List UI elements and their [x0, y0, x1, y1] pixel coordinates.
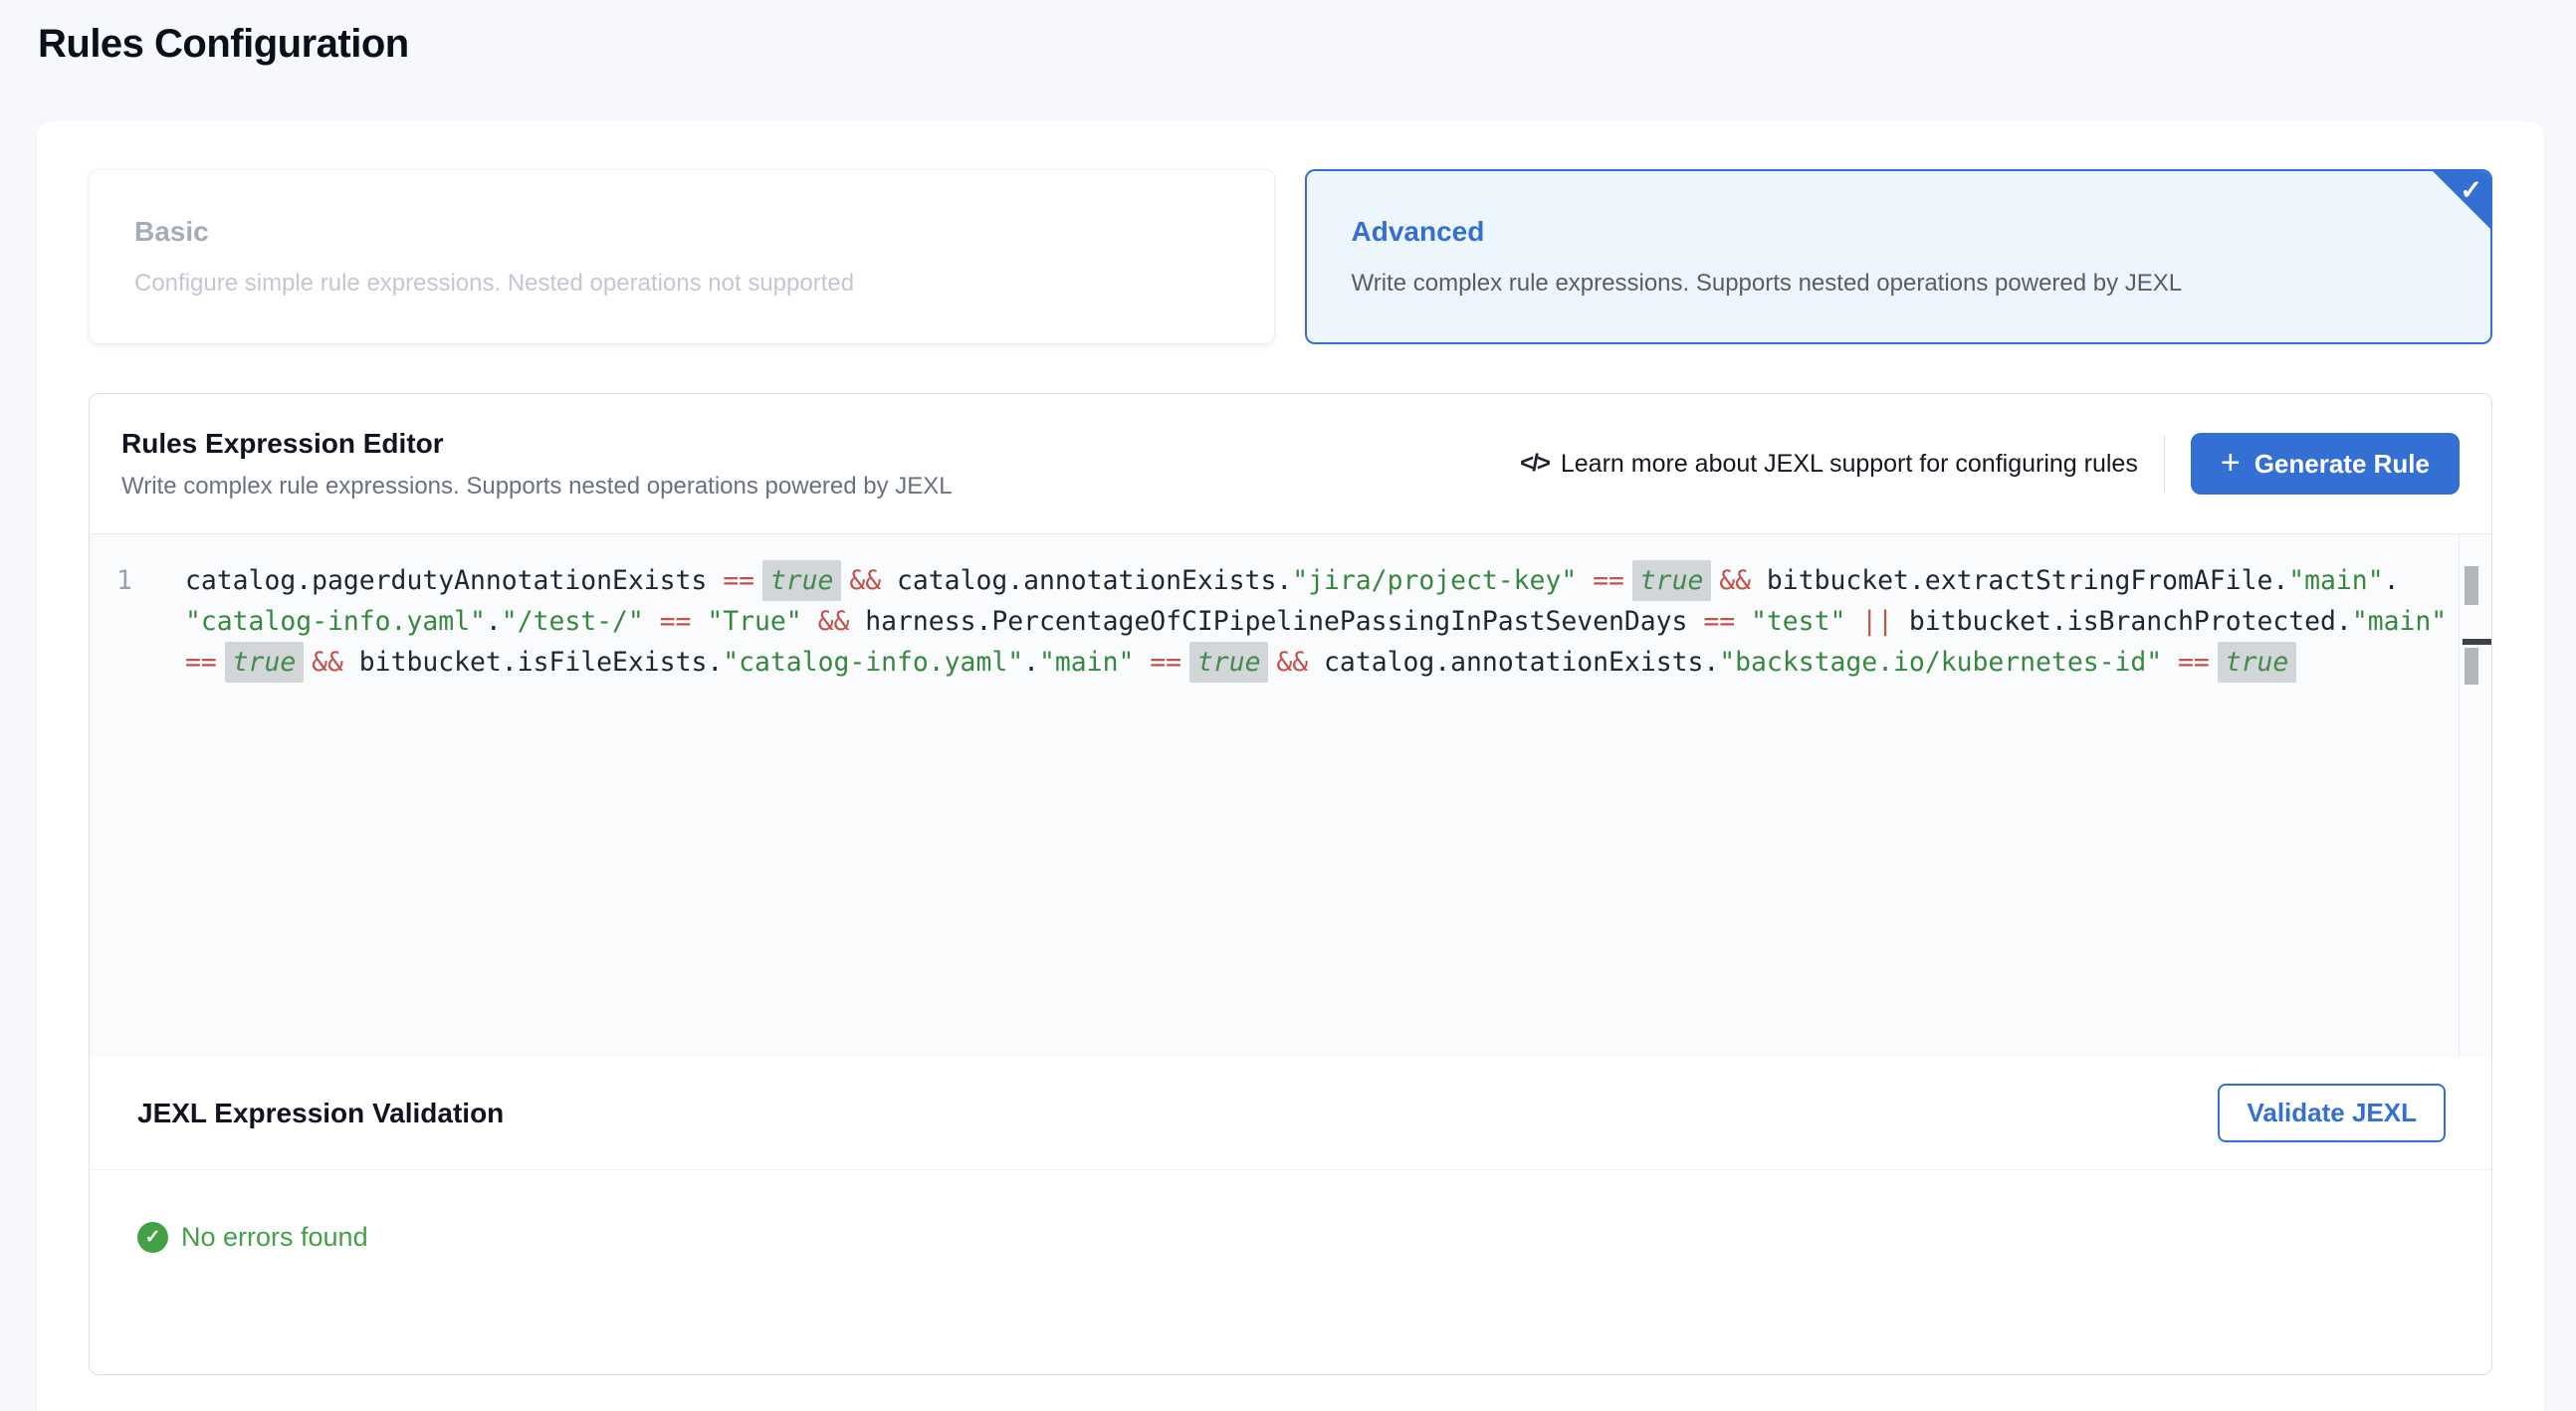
- page-title: Rules Configuration: [38, 22, 409, 67]
- validation-result-message: No errors found: [181, 1222, 368, 1253]
- tab-advanced-title: Advanced: [1352, 216, 2447, 248]
- code-content[interactable]: catalog.pagerdutyAnnotationExists == tru…: [185, 534, 2491, 1057]
- code-icon: </>: [1520, 450, 1549, 478]
- tab-advanced[interactable]: Advanced Write complex rule expressions.…: [1305, 169, 2493, 344]
- selected-check-icon: ✓: [2460, 175, 2482, 206]
- mode-tabs: Basic Configure simple rule expressions.…: [89, 169, 2492, 344]
- main-panel: Basic Configure simple rule expressions.…: [37, 121, 2544, 1411]
- editor-vertical-scrollbar[interactable]: [2459, 534, 2491, 1057]
- jexl-learn-more-link[interactable]: </> Learn more about JEXL support for co…: [1520, 450, 2138, 479]
- editor-header: Rules Expression Editor Write complex ru…: [90, 394, 2491, 533]
- editor-title: Rules Expression Editor: [121, 428, 953, 460]
- scrollbar-thumb[interactable]: [2465, 648, 2478, 685]
- scrollbar-cursor-marker: [2463, 639, 2491, 645]
- code-row[interactable]: "catalog-info.yaml"."/test-/" == "True" …: [185, 601, 2432, 642]
- editor-subtitle: Write complex rule expressions. Supports…: [121, 473, 953, 501]
- tab-advanced-description: Write complex rule expressions. Supports…: [1352, 270, 2447, 298]
- validation-result: ✓ No errors found: [137, 1222, 2491, 1253]
- code-row[interactable]: catalog.pagerdutyAnnotationExists == tru…: [185, 560, 2432, 601]
- validation-title: JEXL Expression Validation: [137, 1098, 504, 1129]
- rules-expression-editor-card: Rules Expression Editor Write complex ru…: [89, 393, 2492, 1375]
- tab-basic-description: Configure simple rule expressions. Neste…: [134, 270, 1229, 298]
- header-divider: [2164, 435, 2165, 493]
- validation-header-row: JEXL Expression Validation Validate JEXL: [90, 1057, 2491, 1170]
- validation-result-area: ✓ No errors found: [90, 1170, 2491, 1374]
- tab-basic[interactable]: Basic Configure simple rule expressions.…: [89, 169, 1275, 344]
- scrollbar-thumb[interactable]: [2465, 566, 2478, 605]
- generate-rule-button[interactable]: + Generate Rule: [2191, 433, 2460, 495]
- learn-more-label: Learn more about JEXL support for config…: [1561, 450, 2138, 479]
- editor-header-text: Rules Expression Editor Write complex ru…: [121, 428, 953, 501]
- line-number: 1: [116, 560, 185, 601]
- check-circle-icon: ✓: [137, 1222, 168, 1253]
- generate-rule-label: Generate Rule: [2254, 449, 2430, 480]
- validate-jexl-button[interactable]: Validate JEXL: [2218, 1084, 2446, 1142]
- tab-basic-title: Basic: [134, 216, 1229, 248]
- code-row[interactable]: == true && bitbucket.isFileExists."catal…: [185, 642, 2432, 683]
- code-editor[interactable]: 1 catalog.pagerdutyAnnotationExists == t…: [90, 533, 2491, 1057]
- line-number-gutter: 1: [90, 534, 185, 1057]
- plus-icon: +: [2221, 446, 2241, 480]
